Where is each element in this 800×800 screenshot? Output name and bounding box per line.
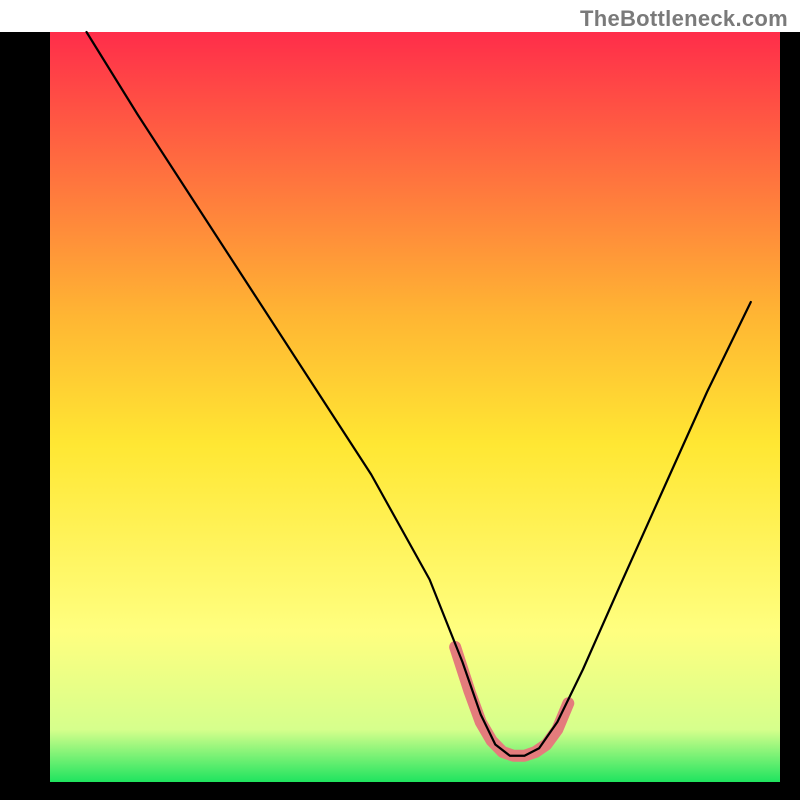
chart-border-left bbox=[0, 32, 50, 800]
chart-border-bottom bbox=[0, 782, 800, 800]
chart-background bbox=[50, 32, 780, 782]
chart-container: TheBottleneck.com bbox=[0, 0, 800, 800]
chart-border-right bbox=[780, 32, 800, 800]
watermark-text: TheBottleneck.com bbox=[580, 6, 788, 32]
bottleneck-chart bbox=[0, 0, 800, 800]
